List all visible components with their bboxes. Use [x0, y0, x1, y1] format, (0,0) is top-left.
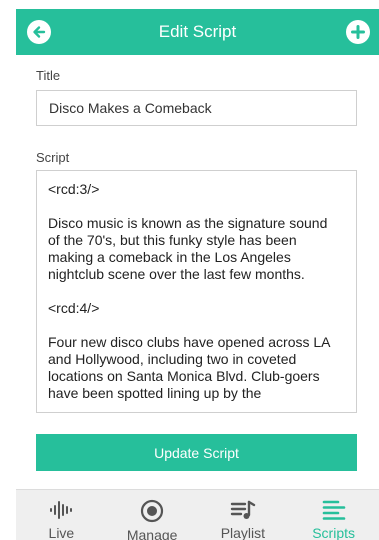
script-paragraph: <rcd:4/> [48, 300, 100, 316]
bottom-tab-bar: Live Manage Playlist Scripts [16, 489, 379, 540]
tab-label: Live [48, 525, 75, 540]
tab-label: Manage [126, 527, 178, 540]
update-script-button[interactable]: Update Script [36, 434, 357, 471]
tab-live[interactable]: Live [16, 490, 107, 540]
arrow-left-icon [33, 26, 46, 38]
script-textarea[interactable]: <rcd:3/> Disco music is known as the sig… [36, 170, 357, 413]
tab-scripts[interactable]: Scripts [288, 490, 379, 540]
lines-icon [322, 500, 345, 520]
tab-label: Playlist [220, 525, 266, 540]
page-title: Edit Script [158, 22, 237, 41]
back-button[interactable] [27, 20, 51, 44]
tab-manage[interactable]: Manage [107, 490, 198, 540]
script-paragraph: <rcd:3/> [48, 181, 100, 197]
playlist-icon [230, 500, 256, 519]
record-icon [141, 499, 164, 523]
script-paragraph: Disco music is known as the signature so… [48, 215, 328, 282]
add-script-button[interactable] [346, 20, 370, 44]
title-input-value: Disco Makes a Comeback [49, 100, 212, 116]
plus-icon [351, 25, 365, 39]
waveform-icon [50, 501, 73, 519]
title-input[interactable]: Disco Makes a Comeback [36, 90, 357, 126]
tab-playlist[interactable]: Playlist [198, 490, 289, 540]
script-paragraph: Four new disco clubs have opened across … [48, 334, 330, 401]
title-label: Title [36, 68, 61, 83]
tab-label: Scripts [312, 525, 356, 540]
app-header: Edit Script [16, 9, 379, 55]
script-label: Script [36, 150, 70, 165]
